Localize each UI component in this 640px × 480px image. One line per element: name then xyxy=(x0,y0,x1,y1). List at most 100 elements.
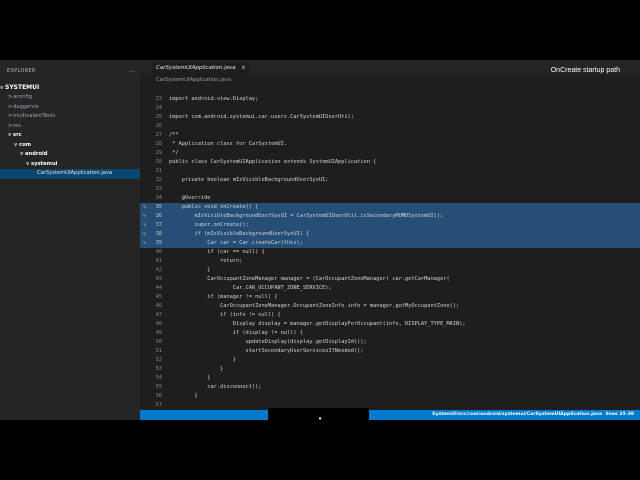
breadcrumb[interactable]: CarSystemUIApplication.java xyxy=(156,77,231,83)
code-line[interactable]: 26 xyxy=(140,122,640,131)
tree-item[interactable]: v systemui xyxy=(0,160,140,170)
code-line[interactable]: 29 */ xyxy=(140,149,640,158)
code-line[interactable]: 54 } xyxy=(140,374,640,383)
code-line[interactable]: ✎ 39 Car car = Car.createCar(this); xyxy=(140,239,640,248)
code-line[interactable]: 42 } xyxy=(140,266,640,275)
explorer-sidebar: EXPLORER ... v SYSTEMUI >aconfig >daggervi… xyxy=(0,60,140,420)
line-number: 47 xyxy=(155,312,162,318)
code-line[interactable]: 33 xyxy=(140,185,640,194)
tree-item-label: android xyxy=(25,151,48,157)
code-text: super.onCreate(); xyxy=(169,222,249,228)
code-text: } xyxy=(169,366,224,372)
code-line[interactable]: 24 xyxy=(140,104,640,113)
line-number: 41 xyxy=(155,258,162,264)
code-text: mIsVisibleBackgroundUserSysUI = CarSyste… xyxy=(169,213,444,219)
tree-item-label: aconfig xyxy=(13,94,33,100)
code-line[interactable]: 53 } xyxy=(140,365,640,374)
close-icon[interactable]: x xyxy=(242,64,246,71)
line-number: 55 xyxy=(155,384,162,390)
tree-item[interactable]: v android xyxy=(0,150,140,160)
code-line[interactable]: 46 CarOccupantZoneManager.OccupantZoneIn… xyxy=(140,302,640,311)
editor-area: CarSystemUIApplication.java x OnCreate st… xyxy=(140,60,640,420)
code-text: public void onCreate() { xyxy=(169,204,259,210)
line-number: 32 xyxy=(155,177,162,183)
code-text: public class CarSystemUIApplication exte… xyxy=(169,159,377,165)
code-line[interactable]: 55 car.disconnect(); xyxy=(140,383,640,392)
tree-item[interactable]: >multivalentTests xyxy=(0,112,140,122)
code-line[interactable]: 40 if (car == null) { xyxy=(140,248,640,257)
code-line[interactable]: 41 return; xyxy=(140,257,640,266)
code-text: } xyxy=(169,357,236,363)
code-line[interactable]: 25 import com.android.systemui.car.users.… xyxy=(140,113,640,122)
line-number: 38 xyxy=(155,231,162,237)
code-text: return; xyxy=(169,258,243,264)
line-number: 29 xyxy=(155,150,162,156)
code-line[interactable]: 49 if (display != null) { xyxy=(140,329,640,338)
line-number: 57 xyxy=(155,402,162,408)
workspace-root[interactable]: v SYSTEMUI xyxy=(0,82,140,93)
tree-item[interactable]: >daggervis xyxy=(0,103,140,113)
code-line[interactable]: 27 /** xyxy=(140,131,640,140)
code-line[interactable]: 30 public class CarSystemUIApplication ex… xyxy=(140,158,640,167)
line-number: 54 xyxy=(155,375,162,381)
code-text: import android.view.Display; xyxy=(169,96,259,102)
code-text: } xyxy=(169,393,198,399)
file-item-active[interactable]: CarSystemUIApplication.java xyxy=(0,169,140,179)
line-number: 50 xyxy=(155,339,162,345)
file-tree: v SYSTEMUI >aconfig >daggervis >multivalent… xyxy=(0,82,140,179)
tree-item-label: daggervis xyxy=(13,103,39,110)
code-line[interactable]: 31 xyxy=(140,167,640,176)
code-text: startSecondaryUserServicesIfNeeded(); xyxy=(169,348,364,354)
code-line[interactable]: 52 } xyxy=(140,356,640,365)
line-number: 24 xyxy=(155,105,162,111)
line-number: 56 xyxy=(155,393,162,399)
tree-item-label: multivalentTests xyxy=(13,113,56,119)
code-line[interactable]: 32 private boolean mIsVisibleBackgroundU… xyxy=(140,176,640,185)
subtitle-caption: services. xyxy=(268,408,370,420)
code-line[interactable]: ✎ 37 super.onCreate(); xyxy=(140,221,640,230)
line-number: 27 xyxy=(155,132,162,138)
code-line[interactable]: 47 if (info != null) { xyxy=(140,311,640,320)
code-line[interactable]: 50 updateDisplay(display.getDisplayId())… xyxy=(140,338,640,347)
code-line[interactable]: ✎ 36 mIsVisibleBackgroundUserSysUI = CarS… xyxy=(140,212,640,221)
code-line[interactable]: 43 CarOccupantZoneManager manager = (Car… xyxy=(140,275,640,284)
line-number: 37 xyxy=(155,222,162,228)
code-text: @Override xyxy=(169,195,211,201)
line-number: 33 xyxy=(155,186,162,192)
code-line[interactable]: 48 Display display = manager.getDisplayF… xyxy=(140,320,640,329)
code-line[interactable]: 56 } xyxy=(140,392,640,401)
code-line[interactable]: ✎ 35 public void onCreate() { xyxy=(140,203,640,212)
line-number: 23 xyxy=(155,96,162,102)
code-line[interactable]: 51 startSecondaryUserServicesIfNeeded(); xyxy=(140,347,640,356)
code-line[interactable]: 57 xyxy=(140,401,640,410)
line-number: 25 xyxy=(155,114,162,120)
code-line[interactable]: 45 if (manager != null) { xyxy=(140,293,640,302)
tree-item[interactable]: >aconfig xyxy=(0,93,140,103)
code-text: Display display = manager.getDisplayForO… xyxy=(169,321,466,327)
tree-item[interactable]: v com xyxy=(0,141,140,151)
line-number: 30 xyxy=(155,159,162,165)
line-number: 52 xyxy=(155,357,162,363)
tab-car-systemui-application[interactable]: CarSystemUIApplication.java x xyxy=(152,62,250,74)
status-file-path: SystemUI/src/com/android/systemui/CarSys… xyxy=(432,412,602,417)
line-number: 28 xyxy=(155,141,162,147)
line-number: 45 xyxy=(155,294,162,300)
code-text: */ xyxy=(169,150,179,156)
more-actions-icon[interactable]: ... xyxy=(128,66,135,76)
tree-item[interactable]: >res xyxy=(0,122,140,132)
tree-item[interactable]: v src xyxy=(0,131,140,141)
code-line[interactable]: 44 Car.CAR_OCCUPANT_ZONE_SERVICE); xyxy=(140,284,640,293)
code-text: Car.CAR_OCCUPANT_ZONE_SERVICE); xyxy=(169,285,332,291)
code-view[interactable]: 23 import android.view.Display; 24 25 import… xyxy=(140,95,640,410)
code-text: if (info != null) { xyxy=(169,312,281,318)
line-number: 35 xyxy=(155,204,162,210)
code-line[interactable]: 34 @Override xyxy=(140,194,640,203)
code-line[interactable]: ✎ 38 if (mIsVisibleBackgroundUserSysUI) { xyxy=(140,230,640,239)
tree-item-label: res xyxy=(13,122,21,129)
line-number: 42 xyxy=(155,267,162,273)
code-line[interactable]: 23 import android.view.Display; xyxy=(140,95,640,104)
line-number: 31 xyxy=(155,168,162,174)
explorer-title: EXPLORER xyxy=(7,68,36,74)
code-line[interactable]: 28 * Application class for CarSystemUI. xyxy=(140,140,640,149)
tree-item-label: CarSystemUIApplication.java xyxy=(37,170,113,176)
